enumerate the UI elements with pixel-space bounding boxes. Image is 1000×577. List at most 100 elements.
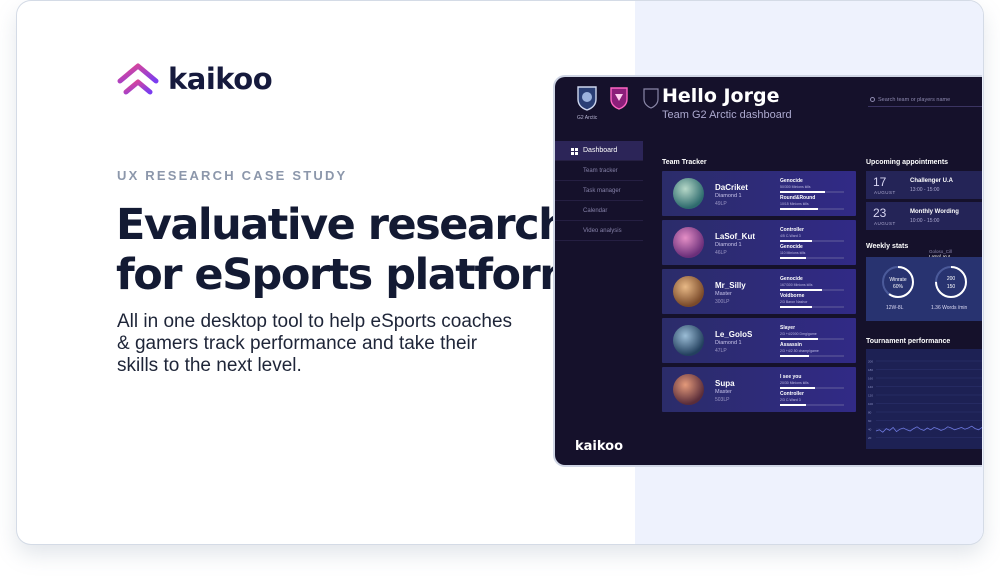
- headline-line-1: Evaluative research: [116, 200, 569, 250]
- dashboard-brand: kaikoo: [575, 439, 624, 454]
- appointment-time: 10:00 - 15:00: [910, 218, 940, 224]
- sidebar-item-label: Dashboard: [583, 147, 618, 154]
- team-logos: [575, 85, 663, 111]
- y-tick-label: 100: [868, 402, 873, 406]
- player-rank: Diamond 1: [715, 193, 742, 199]
- winrate-label: Winrate: [889, 277, 907, 283]
- stat-title: I see you: [780, 374, 802, 380]
- player-stat: Genocide 167/300 Minions kills: [780, 276, 844, 291]
- stat-title: Slayer: [780, 325, 796, 331]
- sidebar-item-calendar[interactable]: Calendar: [555, 201, 643, 221]
- y-tick-label: 20: [868, 436, 872, 440]
- y-tick-label: 160: [868, 377, 873, 381]
- player-lp: 47LP: [715, 348, 727, 354]
- player-avatar: [673, 276, 704, 307]
- appointment-month: AUGUST: [874, 221, 896, 226]
- sidebar-nav: Dashboard Team tracker Task manager Cale…: [555, 141, 643, 241]
- player-avatar: [673, 178, 704, 209]
- stat-subtitle: 167/300 Minions kills: [780, 283, 813, 287]
- player-stat: Controller 4/5 C-Ward 3: [780, 227, 844, 242]
- stat-progress-bar: [780, 289, 844, 291]
- stat-progress-bar: [780, 404, 844, 406]
- player-name: DaCriket: [715, 183, 748, 192]
- y-tick-label: 40: [868, 428, 872, 432]
- weekly-stats-title: Weekly stats: [866, 243, 909, 250]
- player-lp: 503LP: [715, 397, 730, 403]
- g2-arctic-badge-icon: [575, 85, 599, 111]
- player-lp: 300LP: [715, 299, 730, 305]
- stat-title: Controller: [780, 391, 804, 397]
- team-tracker-title: Team Tracker: [662, 159, 707, 166]
- sidebar-item-video-analysis[interactable]: Video analysis: [555, 221, 643, 241]
- stat-subtitle: 2/3 +4/2000 Dmg/game: [780, 332, 817, 336]
- y-tick-label: 60: [868, 419, 872, 423]
- weekly-stats-panel: Winrate 60% 12W-8L 200 150 1.36 Words /m…: [866, 257, 982, 321]
- sidebar-item-dashboard[interactable]: Dashboard: [555, 141, 643, 161]
- y-tick-label: 120: [868, 394, 873, 398]
- player-name: LaSof_Kut: [715, 232, 755, 241]
- player-avatar: [673, 374, 704, 405]
- stat-progress-bar: [780, 257, 844, 259]
- stat-title: Genocide: [780, 276, 803, 282]
- appointment-day: 23: [873, 206, 887, 220]
- player-name: Mr_Silly: [715, 281, 746, 290]
- stat-title: Controller: [780, 227, 804, 233]
- dashboard-preview: G2 Arctic Dashboard Team tracker Task ma…: [553, 75, 982, 467]
- player-rank: Diamond 1: [715, 340, 742, 346]
- player-stat: I see you 20/30 Minions kills: [780, 374, 844, 389]
- player-stat: Genocide 110 Minions kills: [780, 244, 844, 259]
- eyebrow-label: UX RESEARCH CASE STUDY: [117, 168, 348, 183]
- search-placeholder: Search team or players name: [878, 97, 951, 103]
- appointment-title: Monthly Wording: [910, 209, 959, 215]
- appointment-card[interactable]: 17 AUGUST Challenger U.A 13:00 - 15:00: [866, 171, 982, 199]
- greeting-title: Hello Jorge: [662, 85, 780, 107]
- stat-subtitle: 50/300 Minions kills: [780, 185, 811, 189]
- stat-title: Genocide: [780, 178, 803, 184]
- kaikoo-logo: kaikoo: [117, 62, 273, 96]
- appointment-month: AUGUST: [874, 190, 896, 195]
- player-row[interactable]: Mr_Silly Master 300LP Genocide 167/300 Minio…: [662, 269, 856, 314]
- stat-title: Genocide: [780, 244, 803, 250]
- player-name: Supa: [715, 379, 735, 388]
- player-name: Le_GoloS: [715, 330, 753, 339]
- player-stat: Controller 2/3 C-Ward 3: [780, 391, 844, 406]
- player-rank: Master: [715, 291, 732, 297]
- empty-shield-icon: [639, 85, 663, 111]
- search-icon: [870, 97, 875, 102]
- stat-subtitle: 2/3 +4/2.50 champ/game: [780, 349, 819, 353]
- player-row[interactable]: Le_GoloS Diamond 1 47LP Slayer 2/3 +4/2000 D…: [662, 318, 856, 363]
- appointment-time: 13:00 - 15:00: [910, 187, 940, 193]
- y-tick-label: 140: [868, 385, 873, 389]
- player-rank: Master: [715, 389, 732, 395]
- page-headline: Evaluative research for eSports platform: [116, 200, 586, 300]
- player-avatar: [673, 227, 704, 258]
- team-caption: G2 Arctic: [577, 115, 598, 121]
- appointments-title: Upcoming appointments: [866, 159, 949, 166]
- appointment-title: Challenger U.A: [910, 178, 954, 184]
- sidebar-item-task-manager[interactable]: Task manager: [555, 181, 643, 201]
- winrate-caption: 12W-8L: [886, 305, 904, 311]
- player-avatar: [673, 325, 704, 356]
- stat-subtitle: 110 Minions kills: [780, 251, 806, 255]
- stat-progress-bar: [780, 338, 844, 340]
- words-bottom-value: 150: [946, 284, 956, 290]
- stat-progress-bar: [780, 306, 844, 308]
- words-top-value: 200: [946, 276, 956, 282]
- search-input[interactable]: Search team or players name: [868, 93, 982, 107]
- sidebar-item-team-tracker[interactable]: Team tracker: [555, 161, 643, 181]
- appointment-card[interactable]: 23 AUGUST Monthly Wording 10:00 - 15:00: [866, 202, 982, 230]
- team-tracker-list: DaCriket Diamond 1 49LP Genocide 50/300 Mini…: [662, 171, 856, 416]
- stat-progress-bar: [780, 240, 844, 242]
- player-stat: Round&Round 10/15 Minions kills: [780, 195, 844, 210]
- player-row[interactable]: DaCriket Diamond 1 49LP Genocide 50/300 Mini…: [662, 171, 856, 216]
- y-tick-label: 80: [868, 411, 872, 415]
- stat-progress-bar: [780, 191, 844, 193]
- stat-subtitle: 2/3 Baron Nashor: [780, 300, 808, 304]
- player-row[interactable]: LaSof_Kut Diamond 1 46LP Controller 4/5 C-Wa…: [662, 220, 856, 265]
- tournament-performance-chart: 200 180 160 140 120 100 80 60 40 20: [866, 349, 982, 449]
- player-row[interactable]: Supa Master 503LP I see you 20/30 Minions ki…: [662, 367, 856, 412]
- greeting-subtitle: Team G2 Arctic dashboard: [662, 109, 792, 121]
- player-stat: Slayer 2/3 +4/2000 Dmg/game: [780, 325, 844, 340]
- player-lp: 49LP: [715, 201, 727, 207]
- words-caption: 1.36 Words /min: [931, 305, 968, 311]
